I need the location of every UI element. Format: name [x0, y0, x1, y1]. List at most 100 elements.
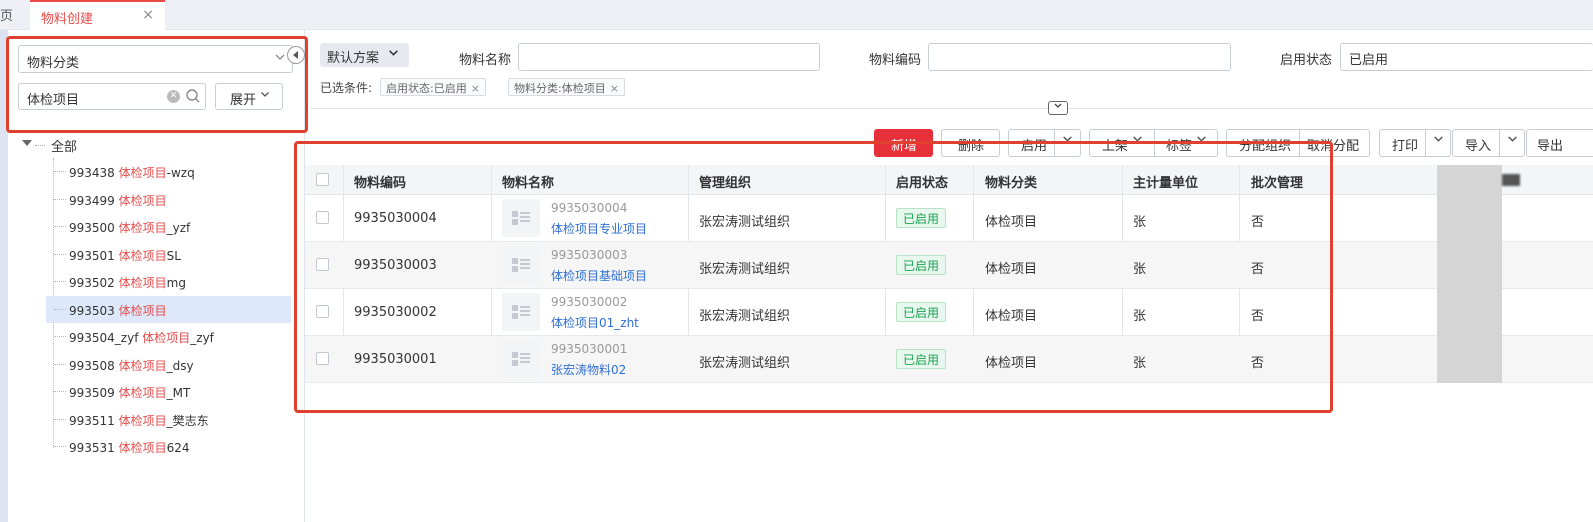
filter-chip-category[interactable]: 物料分类:体检项目 × [508, 78, 625, 96]
tree-item[interactable]: 993503 体检项目 [46, 295, 291, 323]
assign-button-group[interactable]: 分配组织 取消分配 [1226, 129, 1370, 157]
material-code-input[interactable] [928, 43, 1231, 71]
blurred-header [1502, 174, 1520, 186]
cell-batch: 否 [1251, 215, 1265, 230]
table-row[interactable]: 9935030004 9935030004 体检项目专业项目 张宏涛测试组织 已启用 体检… [305, 195, 1593, 242]
material-name-link[interactable]: 体检项目基础项目 [551, 267, 647, 284]
tree-item[interactable]: 993499 体检项目 [46, 186, 291, 213]
close-icon[interactable]: × [142, 7, 154, 23]
tree-item-label: 993501 体检项目SL [69, 248, 181, 263]
print-button[interactable]: 打印 [1379, 129, 1451, 157]
column-header[interactable]: 批次管理 [1251, 172, 1303, 191]
cell-code: 9935030001 [354, 352, 437, 367]
new-button[interactable]: 新增 [874, 129, 933, 157]
category-type-value: 物料分类 [27, 56, 80, 71]
table-row[interactable]: 9935030003 9935030003 体检项目基础项目 张宏涛测试组织 已启用 体检… [305, 242, 1593, 289]
material-image [502, 199, 540, 237]
expand-arrow-icon[interactable] [22, 140, 32, 146]
table-row[interactable]: 9935030002 9935030002 体检项目01_zht 张宏涛测试组织 已启用… [305, 289, 1593, 336]
chevron-down-icon[interactable] [1062, 133, 1073, 148]
unassign-button[interactable]: 取消分配 [1307, 135, 1359, 154]
tab-material-create[interactable]: 物料创建 × [30, 0, 165, 30]
filter-chip-status[interactable]: 启用状态:已启用 × [380, 78, 486, 96]
material-name-link[interactable]: 体检项目专业项目 [551, 220, 647, 237]
column-header[interactable]: 启用状态 [896, 172, 948, 191]
selected-conditions-label: 已选条件: [320, 81, 373, 95]
tree-item[interactable]: 993504_zyf 体检项目_zyf [46, 323, 291, 350]
cell-code: 9935030004 [354, 211, 437, 226]
assign-org-button[interactable]: 分配组织 [1239, 135, 1291, 154]
column-header[interactable]: 主计量单位 [1133, 172, 1198, 191]
tree-item-label: 993531 体检项目624 [69, 441, 190, 455]
row-checkbox[interactable] [316, 352, 329, 365]
clear-icon[interactable]: ✕ [167, 90, 180, 103]
category-type-select[interactable]: 物料分类 [18, 45, 293, 73]
chip-close-icon[interactable]: × [610, 82, 619, 95]
chevron-down-icon[interactable] [1196, 133, 1207, 148]
cell-code: 9935030003 [354, 258, 437, 273]
cell-sub-code: 9935030004 [551, 201, 628, 215]
tree-search-input[interactable]: 体检项目 ✕ [18, 83, 206, 110]
tree-item[interactable]: 993438 体检项目-wzq [46, 158, 291, 185]
material-code-label: 物料编码 [869, 53, 922, 68]
tree-item[interactable]: 993511 体检项目_樊志东 [46, 406, 291, 433]
cell-org: 张宏涛测试组织 [699, 215, 791, 230]
tree-item[interactable]: 993509 体检项目_MT [46, 378, 291, 405]
collapse-panel-button[interactable] [287, 46, 305, 64]
shelf-tag-button-group[interactable]: 上架 标签 [1089, 129, 1218, 157]
chevron-down-icon[interactable] [1433, 133, 1444, 148]
tree-root-label: 全部 [51, 140, 78, 155]
tree-item[interactable]: 993531 体检项目624 [46, 433, 291, 460]
cell-unit: 张 [1133, 215, 1147, 230]
material-name-link[interactable]: 体检项目01_zht [551, 314, 639, 331]
export-button[interactable]: 导出 [1526, 129, 1593, 157]
cell-unit: 张 [1133, 262, 1147, 277]
status-badge: 已启用 [896, 302, 947, 322]
tree-item[interactable]: 993500 体检项目_yzf [46, 213, 291, 240]
column-header[interactable]: 管理组织 [699, 172, 751, 191]
expand-button[interactable]: 展开 [215, 83, 283, 110]
row-checkbox[interactable] [316, 258, 329, 271]
material-name-input[interactable] [518, 43, 820, 71]
cell-unit: 张 [1133, 356, 1147, 371]
cell-category: 体检项目 [985, 262, 1038, 277]
cell-batch: 否 [1251, 262, 1265, 277]
chevron-down-icon[interactable] [1132, 133, 1143, 148]
cell-category: 体检项目 [985, 356, 1038, 371]
tree-item-label: 993502 体检项目mg [69, 276, 186, 290]
tree-item-label: 993499 体检项目 [69, 193, 167, 208]
tree-item-label: 993508 体检项目_dsy [69, 358, 194, 373]
search-icon[interactable] [185, 88, 201, 108]
enable-status-select[interactable]: 已启用 [1340, 43, 1593, 71]
delete-button[interactable]: 删除 [941, 129, 1000, 157]
enable-dropdown-button[interactable]: 启用 [1008, 129, 1081, 157]
column-header[interactable]: 物料编码 [354, 172, 406, 191]
chip-close-icon[interactable]: × [471, 82, 480, 95]
row-checkbox[interactable] [316, 211, 329, 224]
tag-button[interactable]: 标签 [1166, 135, 1192, 154]
cell-org: 张宏涛测试组织 [699, 309, 791, 324]
material-image [502, 293, 540, 331]
status-badge: 已启用 [896, 255, 947, 275]
column-header[interactable]: 物料分类 [985, 172, 1037, 191]
import-button[interactable]: 导入 [1452, 129, 1525, 157]
tab-strip: 页 物料创建 × [0, 0, 1593, 30]
tree-item[interactable]: 993502 体检项目mg [46, 268, 291, 295]
table-row[interactable]: 9935030001 9935030001 张宏涛物料02 张宏涛测试组织 已启用 体检项… [305, 336, 1593, 383]
tree-item[interactable]: 993501 体检项目SL [46, 241, 291, 268]
chevron-down-icon[interactable] [1507, 133, 1518, 148]
column-header[interactable]: 物料名称 [502, 172, 554, 191]
tab-previous[interactable]: 页 [0, 5, 12, 25]
collapse-filter-button[interactable] [1048, 101, 1068, 115]
tree-search-value: 体检项目 [27, 93, 80, 108]
cell-sub-code: 9935030003 [551, 248, 628, 262]
scheme-select[interactable]: 默认方案 [320, 43, 409, 67]
tree-item[interactable]: 993508 体检项目_dsy [46, 351, 291, 378]
tree-item-label: 993509 体检项目_MT [69, 386, 191, 400]
chevron-down-icon [388, 47, 399, 61]
select-all-checkbox[interactable] [316, 173, 329, 186]
shelf-button[interactable]: 上架 [1102, 135, 1128, 154]
material-name-label: 物料名称 [459, 53, 512, 68]
material-name-link[interactable]: 张宏涛物料02 [551, 361, 626, 378]
row-checkbox[interactable] [316, 305, 329, 318]
